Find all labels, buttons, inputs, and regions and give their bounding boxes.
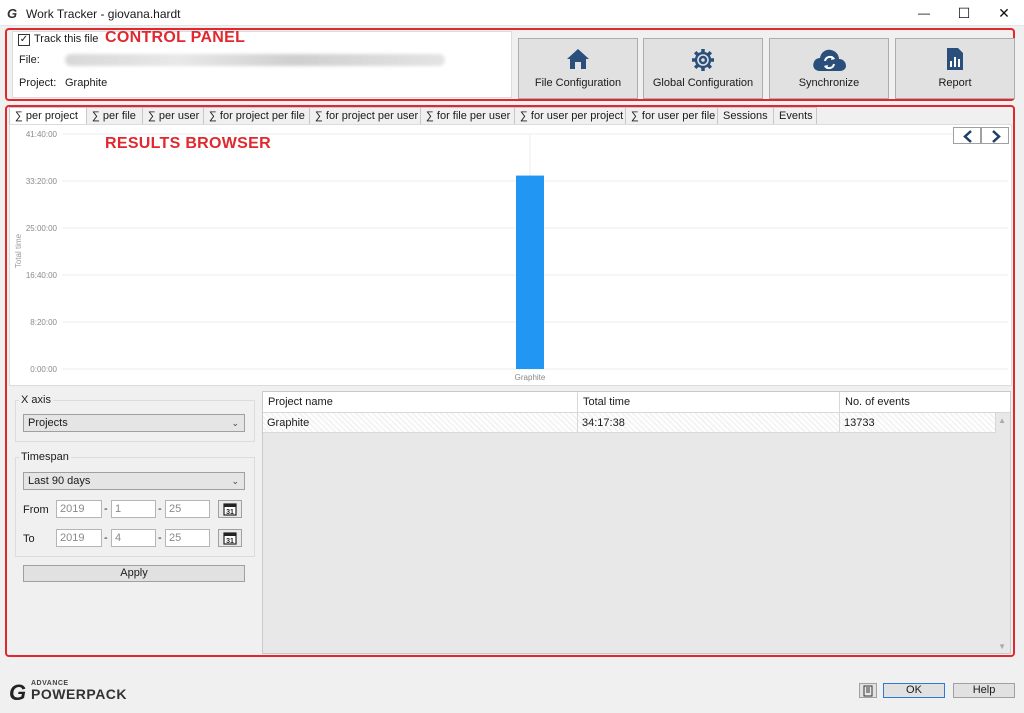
date-separator: -	[104, 503, 108, 515]
chart-next-button[interactable]	[981, 127, 1009, 144]
timespan-value: Last 90 days	[28, 475, 91, 487]
results-browser-annotation: RESULTS BROWSER	[105, 135, 271, 152]
cell-project-name: Graphite	[263, 413, 578, 433]
logo-g: G	[9, 680, 27, 705]
calendar-icon: 31	[223, 532, 237, 545]
x-axis-value: Projects	[28, 417, 68, 429]
from-year-field[interactable]: 2019	[56, 500, 102, 518]
bar	[516, 175, 544, 369]
from-label: From	[23, 504, 49, 516]
scroll-up-icon[interactable]: ▲	[998, 416, 1006, 425]
chevron-down-icon: ⌄	[231, 476, 239, 486]
apply-button[interactable]: Apply	[23, 565, 245, 582]
to-day-field[interactable]: 25	[165, 529, 210, 547]
timespan-label: Timespan	[19, 451, 71, 463]
help-button[interactable]: Help	[953, 683, 1015, 698]
chart-prev-button[interactable]	[953, 127, 981, 144]
y-tick-label: 0:00:00	[30, 365, 57, 374]
column-header-project-name[interactable]: Project name	[263, 392, 578, 413]
date-separator: -	[158, 503, 162, 515]
results-table: Project name Total time No. of events Gr…	[262, 391, 1011, 654]
book-icon	[863, 685, 873, 697]
y-tick-label: 33:20:00	[26, 177, 58, 186]
cell-no-of-events: 13733	[840, 413, 996, 433]
chevron-right-icon	[992, 130, 1001, 143]
to-label: To	[23, 533, 35, 545]
x-axis-label: X axis	[19, 394, 53, 406]
from-day-field[interactable]: 25	[165, 500, 210, 518]
ok-button[interactable]: OK	[883, 683, 945, 698]
y-tick-label: 25:00:00	[26, 224, 58, 233]
y-axis-label: Total time	[14, 233, 23, 268]
x-tick-label: Graphite	[515, 373, 546, 382]
y-tick-label: 41:40:00	[26, 130, 58, 139]
chevron-left-icon	[963, 130, 972, 143]
calendar-icon: 31	[223, 503, 237, 516]
x-axis-dropdown[interactable]: Projects ⌄	[23, 414, 245, 432]
from-month-field[interactable]: 1	[111, 500, 156, 518]
logo-powerpack-text: POWERPACK	[31, 686, 128, 702]
to-calendar-button[interactable]: 31	[218, 529, 242, 547]
to-year-field[interactable]: 2019	[56, 529, 102, 547]
documentation-button[interactable]	[859, 683, 877, 698]
from-calendar-button[interactable]: 31	[218, 500, 242, 518]
column-header-total-time[interactable]: Total time	[578, 392, 840, 413]
timespan-dropdown[interactable]: Last 90 days ⌄	[23, 472, 245, 490]
to-month-field[interactable]: 4	[111, 529, 156, 547]
table-header: Project name Total time No. of events	[263, 392, 1010, 413]
calendar-day-text: 31	[226, 538, 234, 545]
calendar-day-text: 31	[226, 509, 234, 516]
y-tick-label: 16:40:00	[26, 271, 58, 280]
cell-total-time: 34:17:38	[578, 413, 840, 433]
y-tick-label: 8:20:00	[30, 318, 57, 327]
date-separator: -	[104, 532, 108, 544]
date-separator: -	[158, 532, 162, 544]
scroll-down-icon[interactable]: ▼	[998, 642, 1006, 651]
table-row[interactable]: Graphite 34:17:38 13733	[263, 413, 996, 433]
chevron-down-icon: ⌄	[231, 418, 239, 428]
column-header-no-of-events[interactable]: No. of events	[840, 392, 1010, 413]
